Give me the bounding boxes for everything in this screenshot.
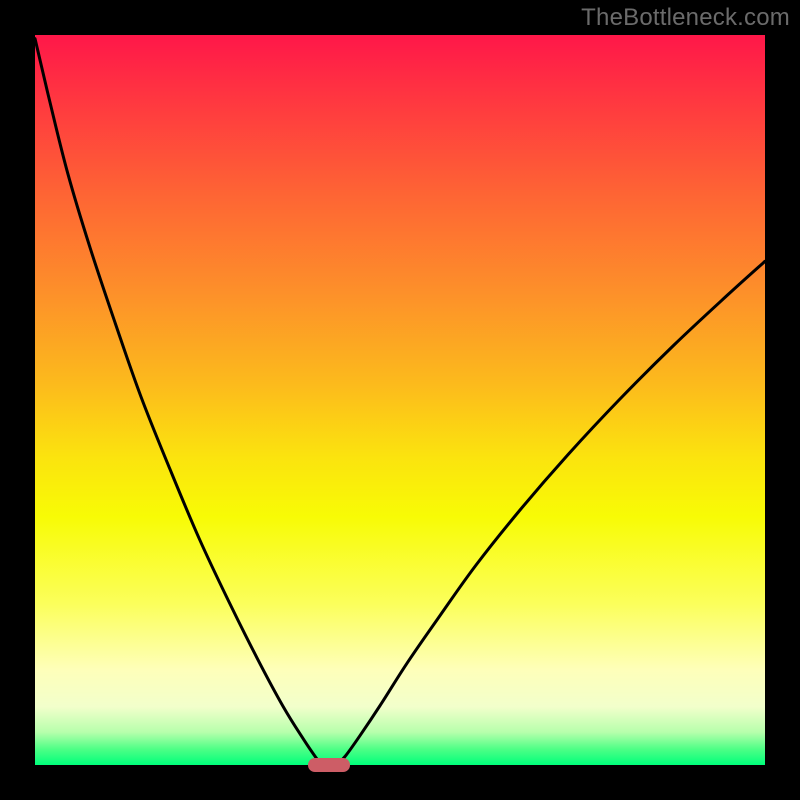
watermark-label: TheBottleneck.com [581,4,790,32]
gradient-background [35,35,765,765]
min-marker [308,758,350,772]
plot-area [35,35,765,765]
chart-frame: TheBottleneck.com [0,0,800,800]
plot-svg [35,35,765,765]
